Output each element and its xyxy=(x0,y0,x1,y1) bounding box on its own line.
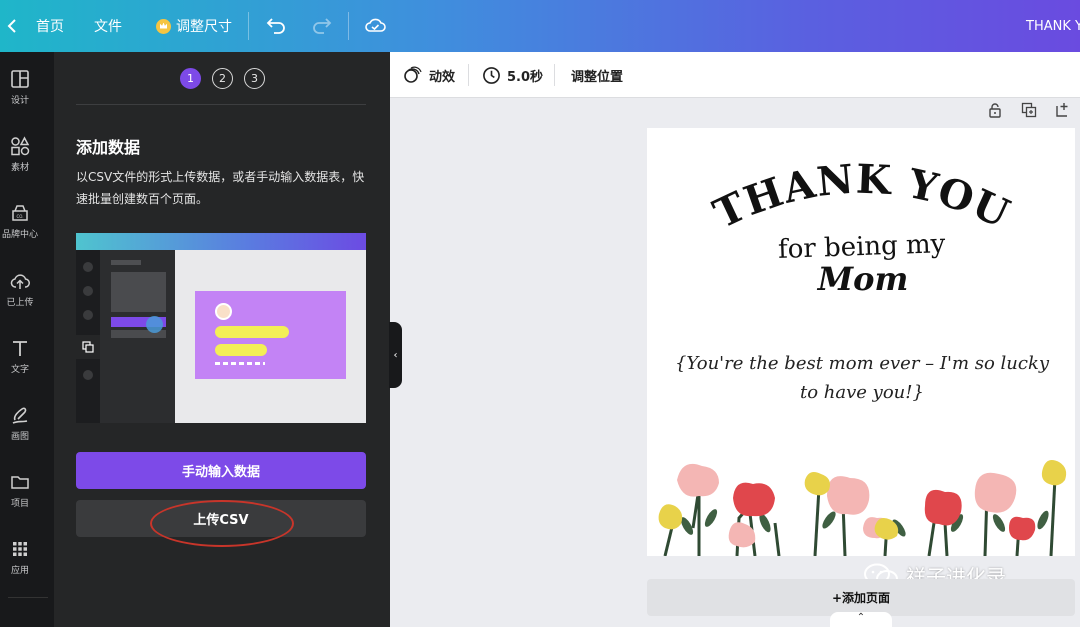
illustration-canvas xyxy=(175,250,366,423)
manual-entry-button[interactable]: 手动输入数据 xyxy=(76,452,366,489)
duration-button[interactable]: 5.0秒 xyxy=(482,52,543,98)
step-2: 2 xyxy=(212,68,233,89)
file-label: 文件 xyxy=(94,19,122,35)
panel-title: 添加数据 xyxy=(76,138,141,157)
card-artwork: THANK YOU for being my Mom {You're the b… xyxy=(658,156,1067,556)
bulk-create-panel: 1 2 3 添加数据 以CSV文件的形式上传数据，或者手动输入数据表，快速批量创… xyxy=(54,52,390,627)
step-3: 3 xyxy=(244,68,265,89)
flower-border xyxy=(658,460,1067,556)
chevron-left-icon xyxy=(7,19,16,33)
rail-item-text[interactable]: 文字 xyxy=(0,327,40,385)
rail-item-draw[interactable]: 画图 xyxy=(0,394,40,452)
context-toolbar: 动效 5.0秒 调整位置 xyxy=(390,52,1080,98)
annotation-circle xyxy=(150,500,294,547)
illustration-dot xyxy=(83,370,93,380)
show-pages-button[interactable]: ⌃ xyxy=(830,612,892,627)
shapes-icon xyxy=(11,135,30,155)
svg-text:CO.: CO. xyxy=(16,214,23,219)
illustration-pill xyxy=(215,326,289,338)
panel-description: 以CSV文件的形式上传数据，或者手动输入数据表，快速批量创建数百个页面。 xyxy=(76,170,365,206)
rail-label: 文字 xyxy=(10,364,29,375)
animate-label: 动效 xyxy=(429,69,456,85)
cloud-saved-icon[interactable] xyxy=(364,14,386,36)
duplicate-icon[interactable] xyxy=(1021,102,1037,118)
side-rail: 设计 素材 CO. 品牌中心 已上传 文字 画图 项目 应用 xyxy=(0,52,54,627)
card-heading: THANK YOU xyxy=(707,156,1018,238)
pointer-icon xyxy=(146,316,163,333)
rail-label: 画图 xyxy=(10,431,29,442)
home-button[interactable]: 首页 xyxy=(6,0,66,52)
clock-icon xyxy=(483,66,500,84)
rail-item-projects[interactable]: 项目 xyxy=(0,461,40,519)
avatar-icon xyxy=(215,303,232,320)
file-menu-button[interactable]: 文件 xyxy=(94,0,122,52)
position-button[interactable]: 调整位置 xyxy=(571,52,623,98)
folder-icon xyxy=(11,475,29,489)
lock-icon[interactable] xyxy=(987,102,1003,118)
draw-icon xyxy=(12,407,28,424)
illustration-sidebar xyxy=(100,250,175,423)
cloud-upload-icon xyxy=(10,273,30,289)
rail-divider xyxy=(8,597,48,598)
illustration-block xyxy=(111,260,141,265)
illustration-block xyxy=(111,272,166,312)
add-page-icon[interactable] xyxy=(1055,102,1071,118)
rail-label: 已上传 xyxy=(6,297,34,308)
rail-item-uploads[interactable]: 已上传 xyxy=(0,260,40,318)
rail-item-elements[interactable]: 素材 xyxy=(0,125,40,183)
home-label: 首页 xyxy=(36,19,64,35)
illustration-header xyxy=(76,233,366,250)
card-mom: Mom xyxy=(817,260,909,298)
step-1: 1 xyxy=(180,68,201,89)
animate-icon xyxy=(404,66,422,83)
panel-divider xyxy=(76,104,366,105)
toolbar-divider xyxy=(348,12,349,40)
undo-icon[interactable] xyxy=(266,14,288,36)
card-message-line2: to have you!} xyxy=(800,382,924,403)
card-message-line1: {You're the best mom ever – I'm so lucky xyxy=(675,353,1050,374)
brand-icon: CO. xyxy=(12,204,28,221)
illustration-card xyxy=(195,291,346,379)
toolbar-divider xyxy=(554,64,555,86)
resize-button[interactable]: 调整尺寸 xyxy=(156,0,232,52)
apps-icon xyxy=(13,541,27,556)
illustration-dot xyxy=(83,286,93,296)
rail-label: 应用 xyxy=(10,565,29,576)
toolbar-divider xyxy=(468,64,469,86)
text-icon xyxy=(13,340,27,356)
design-title[interactable]: THANK Y xyxy=(1026,0,1080,52)
illustration-pill xyxy=(215,344,267,356)
resize-label: 调整尺寸 xyxy=(176,19,232,35)
layout-icon xyxy=(11,69,29,88)
position-label: 调整位置 xyxy=(571,69,624,85)
rail-item-apps[interactable]: 应用 xyxy=(0,528,40,586)
chevron-left-icon: ‹ xyxy=(393,349,398,361)
rail-label: 项目 xyxy=(10,498,29,509)
rail-item-brand[interactable]: CO. 品牌中心 xyxy=(0,192,40,250)
chevron-up-icon: ⌃ xyxy=(856,612,866,623)
toolbar-divider xyxy=(248,12,249,40)
illustration-email xyxy=(215,362,265,365)
add-page-button[interactable]: +添加页面 xyxy=(647,579,1075,616)
illustration-dot xyxy=(83,262,93,272)
redo-icon[interactable] xyxy=(310,14,332,36)
top-bar: 首页 文件 调整尺寸 THANK Y xyxy=(0,0,1080,52)
rail-label: 设计 xyxy=(10,95,29,106)
rail-label: 素材 xyxy=(10,162,29,173)
rail-item-design[interactable]: 设计 xyxy=(0,58,40,116)
illustration-preview xyxy=(76,233,366,423)
crown-icon xyxy=(156,18,171,34)
step-indicator: 1 2 3 xyxy=(180,68,265,89)
copy-icon xyxy=(82,341,94,353)
design-title-text: THANK Y xyxy=(1026,18,1080,34)
illustration-dot xyxy=(83,310,93,320)
design-page[interactable]: THANK YOU for being my Mom {You're the b… xyxy=(647,128,1075,556)
collapse-panel-button[interactable]: ‹ xyxy=(389,322,402,388)
rail-label: 品牌中心 xyxy=(1,229,38,240)
animate-button[interactable]: 动效 xyxy=(403,52,455,98)
duration-label: 5.0秒 xyxy=(507,69,544,85)
